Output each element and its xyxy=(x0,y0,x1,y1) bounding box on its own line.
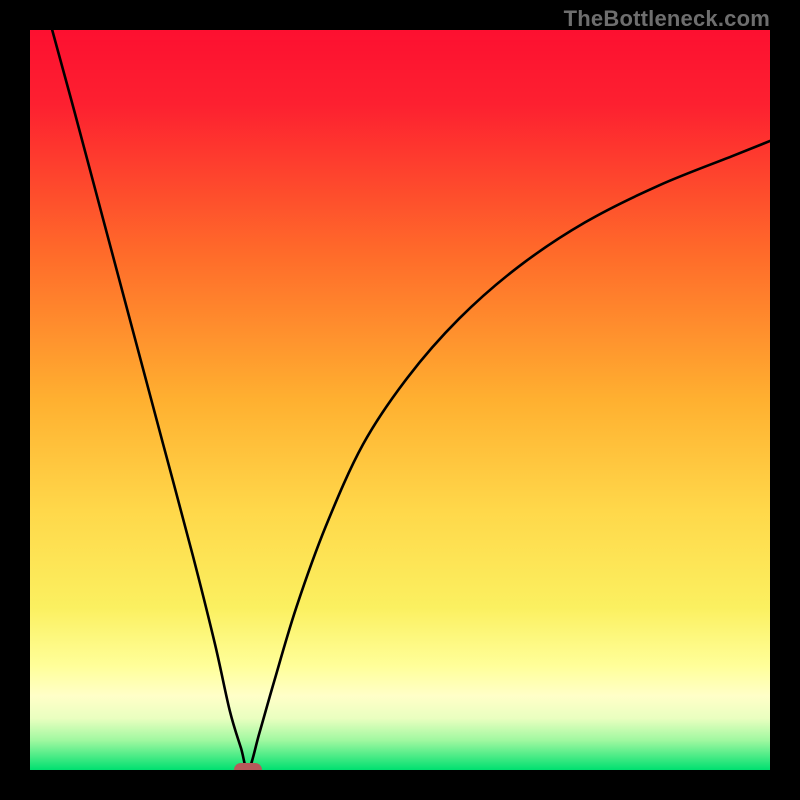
watermark-text: TheBottleneck.com xyxy=(564,6,770,32)
plot-area xyxy=(30,30,770,770)
bottleneck-curve xyxy=(30,30,770,770)
chart-frame: TheBottleneck.com xyxy=(0,0,800,800)
optimum-marker xyxy=(234,763,262,770)
